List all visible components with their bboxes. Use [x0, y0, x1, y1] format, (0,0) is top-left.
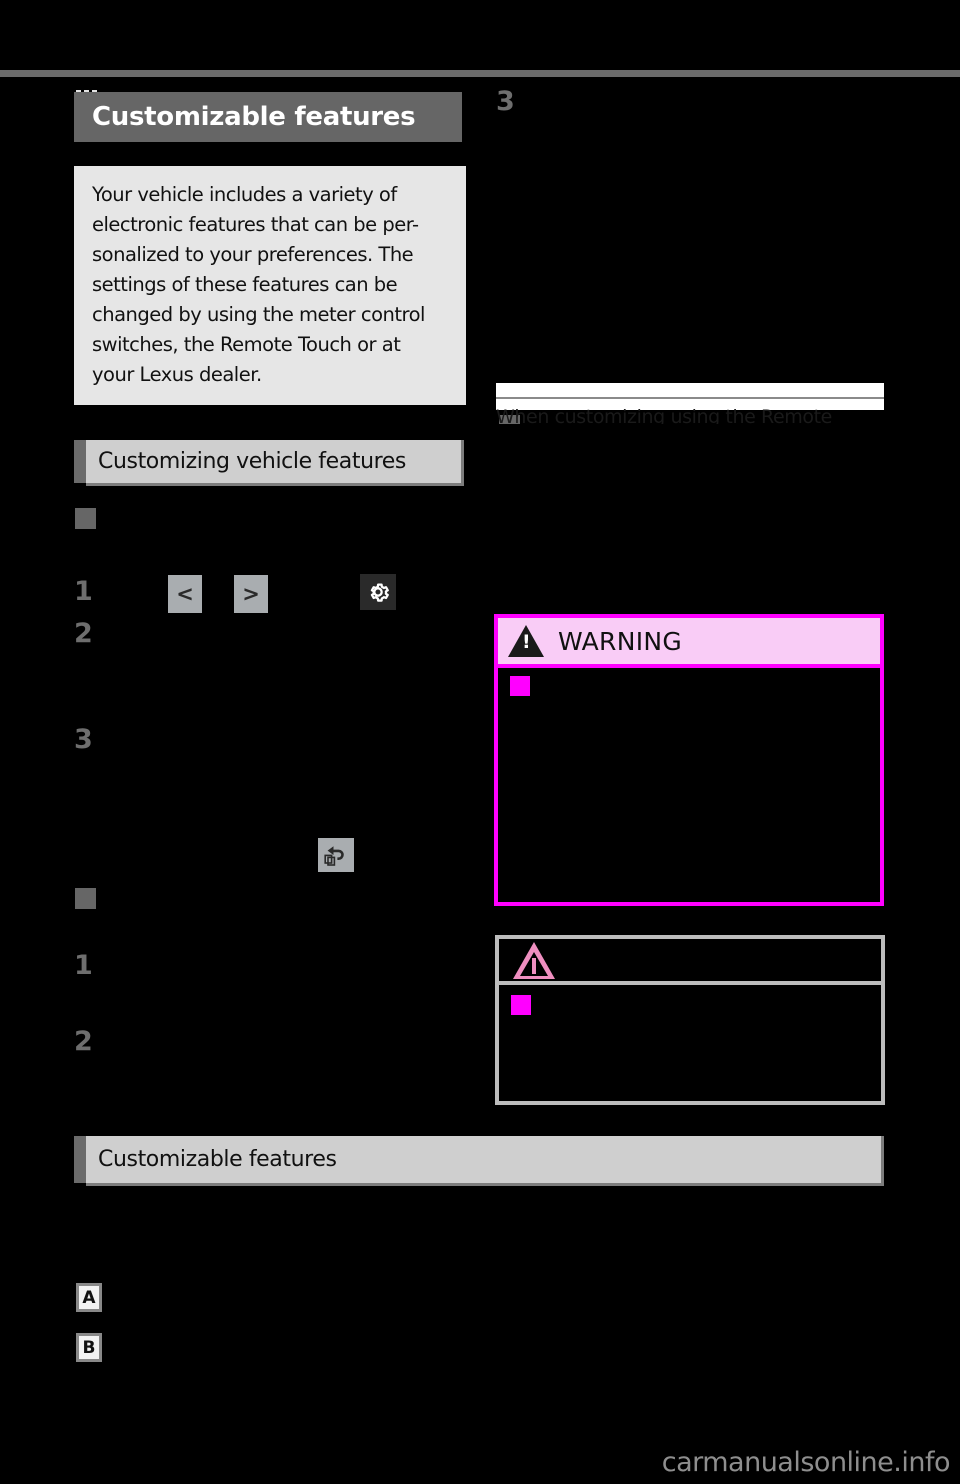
step-number-1: 1	[74, 576, 93, 607]
intro-line-1: Your vehicle includes a variety of	[92, 183, 397, 206]
redacted-step-1-text-a	[108, 578, 168, 604]
chapter-title-bar: Customizable features	[74, 92, 462, 142]
redacted-legend-b-text	[110, 1330, 880, 1360]
redacted-step-2b-text	[108, 1026, 458, 1088]
caution-triangle-icon	[513, 941, 555, 979]
section-header-customizable-features: Customizable features	[74, 1136, 884, 1186]
redacted-right-step-3-text	[530, 86, 886, 376]
notice-box	[495, 935, 885, 1105]
page-title: Customizable features	[92, 102, 416, 132]
prev-key-icon[interactable]: <	[168, 575, 202, 613]
return-icon[interactable]	[318, 838, 354, 872]
manual-page: Customizable features Your vehicle inclu…	[0, 0, 960, 1484]
step-number-2b: 2	[74, 1026, 93, 1057]
section-tab-marker-bottom	[74, 1136, 86, 1183]
page-top-rule	[0, 70, 960, 77]
section-header-customizing-vehicle-features: Customizing vehicle features	[74, 440, 464, 486]
section-header-label: Customizing vehicle features	[98, 449, 406, 474]
right-column-white-band-upper	[496, 383, 884, 399]
redacted-step-1b-text	[108, 950, 458, 1012]
notice-header	[499, 939, 881, 985]
redacted-table-intro-text	[74, 1196, 886, 1264]
redacted-right-body-text	[496, 424, 888, 604]
legend-marker-b: B	[76, 1333, 102, 1362]
legend-marker-a: A	[76, 1283, 102, 1312]
next-key-icon[interactable]: >	[234, 575, 268, 613]
site-watermark: carmanualsonline.info	[661, 1447, 951, 1478]
step-number-3: 3	[74, 724, 93, 755]
redacted-subheading-2	[102, 885, 432, 911]
step-number-3-right: 3	[496, 86, 515, 117]
warning-triangle-icon	[508, 625, 544, 657]
step-number-1b: 1	[74, 950, 93, 981]
redacted-step-1-text-b	[272, 578, 358, 604]
section-tab-marker	[74, 440, 86, 483]
intro-line-3: sonalized to your preferences. The	[92, 243, 414, 266]
redacted-subheading-1	[102, 505, 432, 531]
warning-box: WARNING	[494, 614, 884, 906]
section-header-label-bottom: Customizable features	[98, 1147, 337, 1172]
intro-panel: Your vehicle includes a variety of elect…	[74, 166, 466, 405]
redacted-step-3-text	[108, 724, 458, 836]
warning-label: WARNING	[558, 626, 683, 656]
notice-bullet	[511, 995, 531, 1015]
intro-line-2: electronic features that can be per-	[92, 213, 419, 236]
gear-icon[interactable]	[360, 574, 396, 610]
warning-bullet	[510, 676, 530, 696]
subheading-bullet-2	[75, 888, 96, 909]
intro-line-7: your Lexus dealer.	[92, 363, 262, 386]
redacted-legend-a-text	[110, 1280, 880, 1310]
intro-line-6: switches, the Remote Touch or at	[92, 333, 401, 356]
warning-header: WARNING	[498, 618, 880, 668]
redacted-step-2-text	[108, 618, 458, 712]
subheading-bullet-1	[75, 508, 96, 529]
intro-line-4: settings of these features can be	[92, 273, 398, 296]
intro-line-5: changed by using the meter control	[92, 303, 425, 326]
step-number-2: 2	[74, 618, 93, 649]
